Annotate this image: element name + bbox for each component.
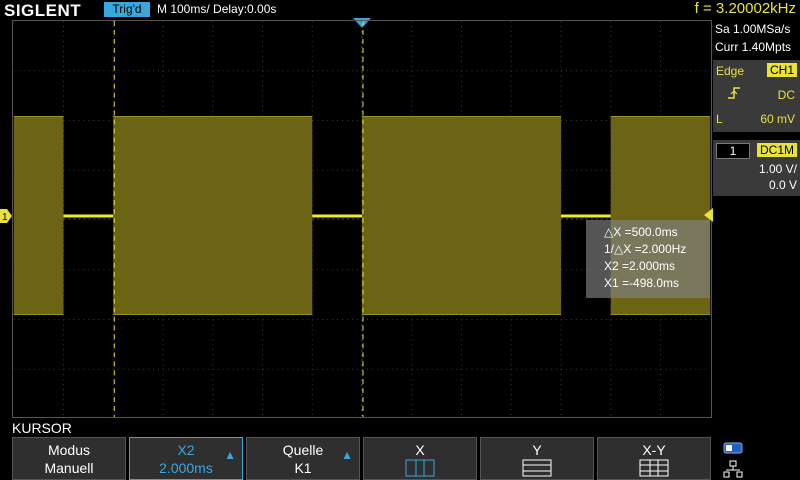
sample-rate: Sa 1.00MSa/s [715,22,791,36]
trigger-settings-panel[interactable]: Edge CH1 DC L 60 mV [713,60,800,132]
channel-vdiv: 1.00 V/ [758,162,797,176]
knob-arrow-icon: ▲ [224,448,236,462]
brand-logo: SIGLENT [4,1,82,20]
rising-edge-icon [728,87,740,99]
x2-readout: X2 =2.000ms [604,259,676,273]
ch1-marker-label: 1 [2,212,8,223]
inverse-delta-x-readout: 1/△X =2.000Hz [604,242,687,256]
softkey-mode[interactable]: Modus Manuell [12,437,126,480]
acquisition-info: Sa 1.00MSa/s Curr 1.40Mpts [713,20,800,60]
channel-offset: 0.0 V [768,178,797,192]
y-cursor-icon [522,459,552,477]
network-icon [723,460,743,478]
channel-coupling-badge: DC1M [756,143,797,157]
timebase-readout[interactable]: M 100ms/ Delay:0.00s [157,2,276,17]
softkey-x-label: X [415,442,425,458]
softkey-source[interactable]: Quelle K1 ▲ [246,437,360,480]
x1-readout: X1 =-498.0ms [604,276,680,290]
trigger-level-label: L [716,112,723,126]
usb-toggle-icon [723,442,743,454]
trigger-coupling: DC [777,88,795,102]
frequency-counter: f = 3.20002kHz [694,0,796,17]
trigger-type: Edge [716,64,745,78]
menu-title: KURSOR [12,420,72,436]
cursor-measurement-panel: △X =500.0ms 1/△X =2.000Hz X2 =2.000ms X1… [586,220,710,298]
top-status-bar: SIGLENT Trig'd M 100ms/ Delay:0.00s f = … [0,0,800,20]
softkey-y-label: Y [532,442,542,458]
trigger-status-badge: Trig'd [104,2,150,17]
softkey-xy-cursor[interactable]: X-Y [597,437,711,480]
softkey-x-cursor[interactable]: X [363,437,477,480]
status-icons-area [715,440,800,480]
waveform-grid[interactable] [12,20,712,418]
knob-arrow-icon: ▲ [341,448,353,462]
softkey-x2[interactable]: X2 2.000ms ▲ [129,437,243,480]
channel1-settings-panel[interactable]: 1 DC1M 1.00 V/ 0.0 V [713,140,800,196]
softkey-mode-value: Manuell [44,460,94,476]
trigger-source-badge: CH1 [766,63,797,77]
delta-x-readout: △X =500.0ms [604,225,678,239]
softkey-xy-label: X-Y [642,442,666,458]
xy-cursor-icon [639,459,669,477]
memory-depth: Curr 1.40Mpts [715,40,792,54]
x-cursor-icon [405,459,435,477]
channel-number: 1 [716,143,750,159]
ch1-offset-marker[interactable]: 1 [0,209,12,223]
timebase-value: M 100ms/ [157,2,210,16]
softkey-mode-label: Modus [47,442,91,458]
trigger-level-value: 60 mV [760,112,795,126]
softkey-y-cursor[interactable]: Y [480,437,594,480]
delay-value: Delay:0.00s [213,2,277,16]
